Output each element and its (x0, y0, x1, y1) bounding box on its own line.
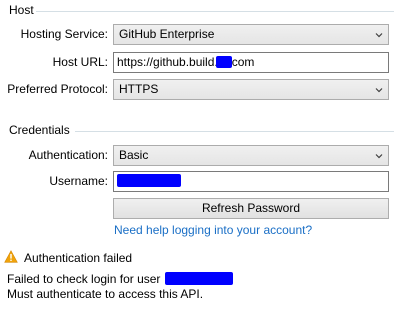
host-url-value-prefix: https://github.build. (117, 55, 218, 69)
help-logging-in-link[interactable]: Need help logging into your account? (114, 223, 312, 238)
host-url-input[interactable]: https://github.build. com (113, 52, 389, 73)
redaction-mark (117, 174, 181, 187)
redaction-mark (164, 272, 233, 285)
authentication-value: Basic (119, 148, 149, 162)
chevron-down-icon (375, 33, 383, 38)
credentials-section-title: Credentials (9, 123, 70, 137)
status-title: Authentication failed (24, 251, 133, 265)
host-section-divider (36, 11, 394, 12)
host-section-title: Host (9, 3, 34, 17)
username-input[interactable] (113, 171, 389, 192)
host-url-value-suffix: com (231, 55, 255, 69)
preferred-protocol-dropdown[interactable]: HTTPS (113, 79, 389, 100)
host-url-label: Host URL: (52, 55, 108, 69)
status-message-line2: Must authenticate to access this API. (7, 287, 204, 301)
chevron-down-icon (375, 154, 383, 159)
hosting-service-label: Hosting Service: (20, 27, 108, 41)
status-message-line1: Failed to check login for user (7, 272, 233, 287)
preferred-protocol-value: HTTPS (119, 82, 159, 96)
authentication-label: Authentication: (28, 148, 108, 162)
credentials-section-divider (75, 131, 394, 132)
hosting-service-value: GitHub Enterprise (119, 27, 215, 41)
redaction-mark (215, 56, 232, 68)
status-message-line1-text: Failed to check login for user (7, 272, 161, 286)
authentication-dropdown[interactable]: Basic (113, 145, 389, 166)
warning-icon (4, 250, 18, 263)
username-label: Username: (49, 174, 108, 188)
hosting-service-dropdown[interactable]: GitHub Enterprise (113, 24, 389, 45)
chevron-down-icon (375, 88, 383, 93)
preferred-protocol-label: Preferred Protocol: (7, 82, 108, 96)
refresh-password-button[interactable]: Refresh Password (113, 198, 389, 219)
